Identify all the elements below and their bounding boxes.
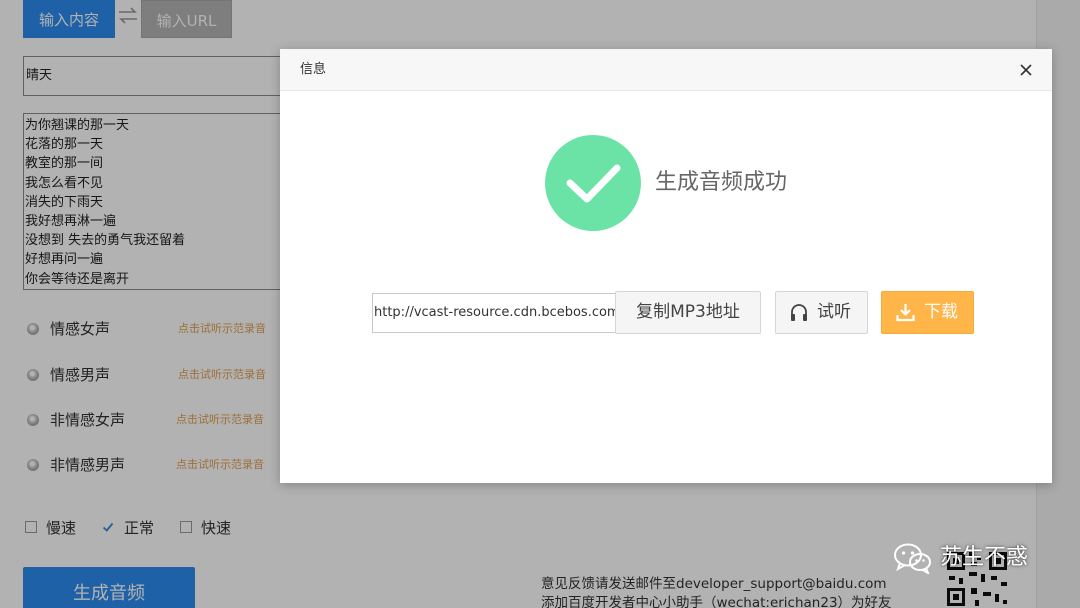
info-dialog: 信息 生成音频成功 http://vcast-resource.cdn.bceb… xyxy=(280,49,1052,483)
watermark-name: 苏生不惑 xyxy=(940,545,1029,570)
listen-button[interactable]: 试听 xyxy=(775,291,868,334)
wechat-logo-icon xyxy=(894,543,931,574)
success-message: 生成音频成功 xyxy=(655,170,788,195)
headphones-icon xyxy=(791,304,807,321)
copy-mp3-url-button[interactable]: 复制MP3地址 xyxy=(615,291,761,334)
close-icon[interactable] xyxy=(1018,62,1034,78)
download-button[interactable]: 下载 xyxy=(881,291,974,334)
dialog-header: 信息 xyxy=(280,49,1052,91)
download-icon xyxy=(896,304,915,322)
download-button-label: 下载 xyxy=(924,302,958,322)
mp3-url-input[interactable]: http://vcast-resource.cdn.bcebos.com/vc xyxy=(372,293,616,333)
listen-button-label: 试听 xyxy=(817,302,851,322)
dialog-title: 信息 xyxy=(300,62,327,77)
check-circle-icon xyxy=(545,135,641,231)
